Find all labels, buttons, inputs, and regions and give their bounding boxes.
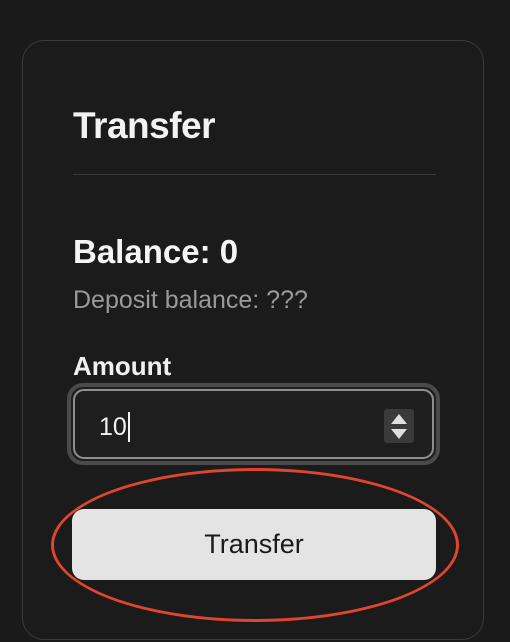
amount-input-focus-ring: 10 <box>67 383 440 465</box>
balance-text: Balance: 0 <box>73 233 239 270</box>
stepper-down-icon[interactable] <box>391 429 407 439</box>
number-stepper-icon[interactable] <box>384 409 414 443</box>
transfer-button[interactable]: Transfer <box>72 509 436 580</box>
amount-input[interactable]: 10 <box>73 389 434 459</box>
amount-value-text: 10 <box>99 413 127 441</box>
amount-input-value: 10 <box>99 412 130 442</box>
amount-label: Amount <box>73 351 172 381</box>
text-caret <box>127 412 130 442</box>
stepper-up-icon[interactable] <box>391 414 407 424</box>
title-divider <box>73 174 436 175</box>
card-title: Transfer <box>73 105 216 146</box>
deposit-balance-text: Deposit balance: ??? <box>73 286 308 314</box>
